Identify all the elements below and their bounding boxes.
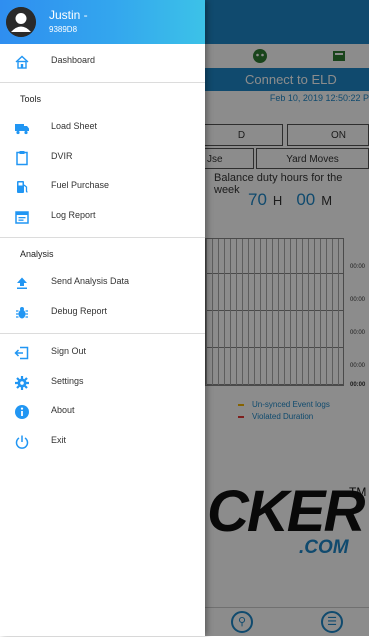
navigation-drawer: Justin - 9389D8 Dashboard Tools Load She… xyxy=(0,0,205,636)
menu-item-debug-report[interactable]: Debug Report xyxy=(0,298,205,328)
drawer-header: Justin - 9389D8 xyxy=(0,0,205,44)
menu-item-fuel-purchase[interactable]: Fuel Purchase xyxy=(0,172,205,202)
fuel-icon xyxy=(17,181,28,193)
sign-out-icon xyxy=(14,346,29,360)
power-icon xyxy=(15,435,29,449)
menu-item-label: Fuel Purchase xyxy=(51,180,110,190)
menu-item-sign-out[interactable]: Sign Out xyxy=(0,338,205,368)
truck-icon xyxy=(15,124,29,135)
user-name: Justin - xyxy=(49,8,88,22)
menu-item-exit[interactable]: Exit xyxy=(0,427,205,457)
menu-item-label: Sign Out xyxy=(51,346,87,356)
user-id: 9389D8 xyxy=(49,25,78,34)
divider xyxy=(0,333,205,334)
clipboard-icon xyxy=(16,151,28,166)
bug-icon xyxy=(16,307,28,319)
info-icon xyxy=(15,405,29,419)
calendar-icon xyxy=(15,211,29,224)
menu-item-label: Settings xyxy=(51,376,84,386)
section-title-analysis: Analysis xyxy=(20,249,54,259)
home-icon xyxy=(15,55,29,69)
menu-item-label: Load Sheet xyxy=(51,121,98,131)
menu-item-label: Send Analysis Data xyxy=(51,276,130,286)
menu-item-label: About xyxy=(51,405,75,415)
gear-icon xyxy=(15,376,29,390)
avatar-icon xyxy=(6,7,36,37)
menu-item-label: Exit xyxy=(51,435,67,445)
menu-item-dvir[interactable]: DVIR xyxy=(0,143,205,173)
menu-item-label: Dashboard xyxy=(51,55,96,65)
menu-item-log-report[interactable]: Log Report xyxy=(0,202,205,232)
divider xyxy=(0,237,205,238)
section-title-tools: Tools xyxy=(20,94,42,104)
divider xyxy=(0,82,205,83)
menu-item-dashboard[interactable]: Dashboard xyxy=(0,47,205,77)
menu-item-label: Debug Report xyxy=(51,306,108,316)
menu-item-about[interactable]: About xyxy=(0,397,205,427)
menu-item-send-analysis-data[interactable]: Send Analysis Data xyxy=(0,268,205,298)
menu-item-label: DVIR xyxy=(51,151,73,161)
menu-item-label: Log Report xyxy=(51,210,96,220)
menu-item-settings[interactable]: Settings xyxy=(0,368,205,398)
menu-item-load-sheet[interactable]: Load Sheet xyxy=(0,113,205,143)
upload-icon xyxy=(17,277,27,289)
